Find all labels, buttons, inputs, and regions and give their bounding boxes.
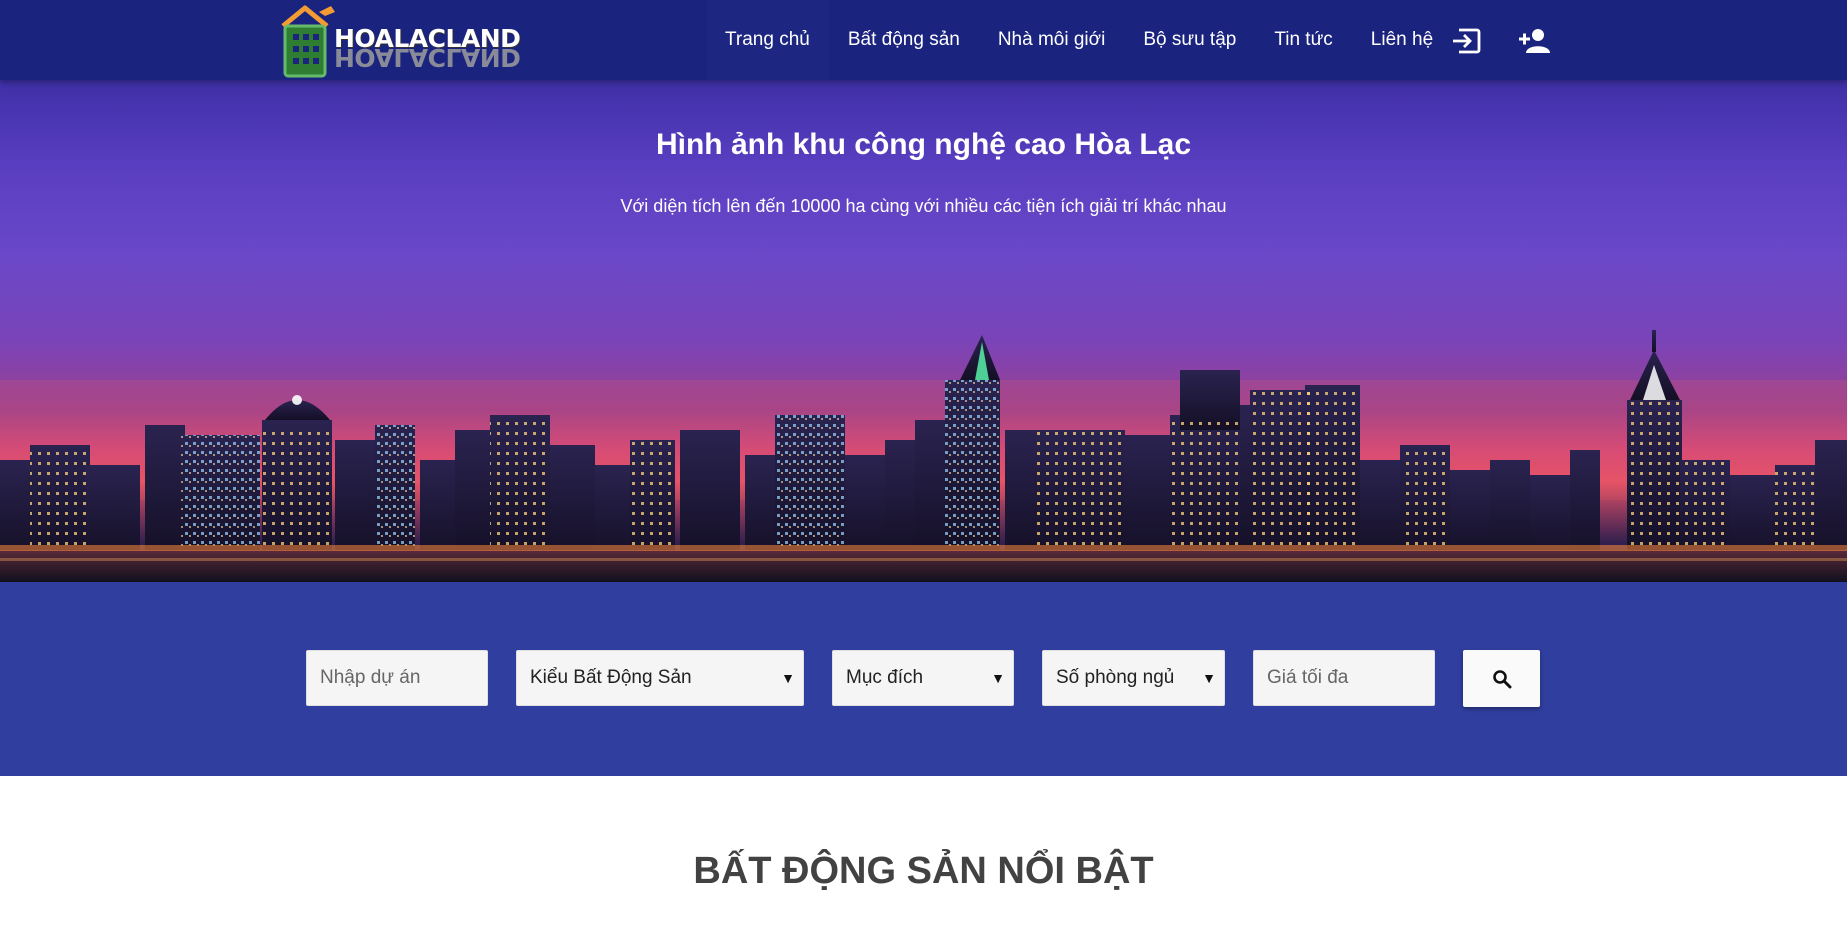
hero-banner: Hình ảnh khu công nghệ cao Hòa Lạc Với d… bbox=[0, 80, 1847, 582]
purpose-value: Mục đích bbox=[846, 667, 924, 688]
featured-section-title: BẤT ĐỘNG SẢN NỔI BẬT bbox=[693, 850, 1154, 892]
nav-item-brokers[interactable]: Nhà môi giới bbox=[979, 0, 1125, 80]
brand-logo[interactable]: HOALACLAND HOALACLAND bbox=[279, 4, 521, 80]
bedrooms-value: Số phòng ngủ bbox=[1056, 667, 1175, 688]
hero-title: Hình ảnh khu công nghệ cao Hòa Lạc bbox=[655, 128, 1192, 161]
purpose-select[interactable]: Mục đích ▼ bbox=[832, 650, 1014, 706]
search-icon bbox=[1492, 669, 1511, 688]
search-button[interactable] bbox=[1463, 650, 1540, 707]
login-icon[interactable] bbox=[1449, 24, 1483, 58]
property-type-select[interactable]: Kiểu Bất Động Sản ▼ bbox=[516, 650, 804, 706]
main-nav: Trang chủ Bất động sản Nhà môi giới Bộ s… bbox=[706, 0, 1452, 80]
chevron-down-icon: ▼ bbox=[991, 670, 1005, 686]
nav-item-news[interactable]: Tin tức bbox=[1255, 0, 1351, 80]
search-bar: Kiểu Bất Động Sản ▼ Mục đích ▼ Số phòng … bbox=[0, 582, 1847, 776]
chevron-down-icon: ▼ bbox=[781, 670, 795, 686]
hero-subtitle: Với diện tích lên đến 10000 ha cùng với … bbox=[620, 196, 1227, 216]
chevron-down-icon: ▼ bbox=[1202, 670, 1216, 686]
max-price-input[interactable] bbox=[1253, 650, 1435, 706]
navbar: HOALACLAND HOALACLAND Trang chủ Bất động… bbox=[0, 0, 1847, 80]
nav-item-collection[interactable]: Bộ sưu tập bbox=[1124, 0, 1255, 80]
property-type-value: Kiểu Bất Động Sản bbox=[530, 667, 692, 688]
brand-name-reflection: HOALACLAND bbox=[334, 43, 521, 72]
building-logo-icon bbox=[281, 5, 335, 78]
nav-item-contact[interactable]: Liên hệ bbox=[1352, 0, 1452, 80]
bedrooms-select[interactable]: Số phòng ngủ ▼ bbox=[1042, 650, 1225, 706]
nav-item-home[interactable]: Trang chủ bbox=[706, 0, 829, 80]
nav-item-real-estate[interactable]: Bất động sản bbox=[829, 0, 979, 80]
person-add-icon[interactable] bbox=[1517, 24, 1551, 58]
project-input[interactable] bbox=[306, 650, 488, 706]
